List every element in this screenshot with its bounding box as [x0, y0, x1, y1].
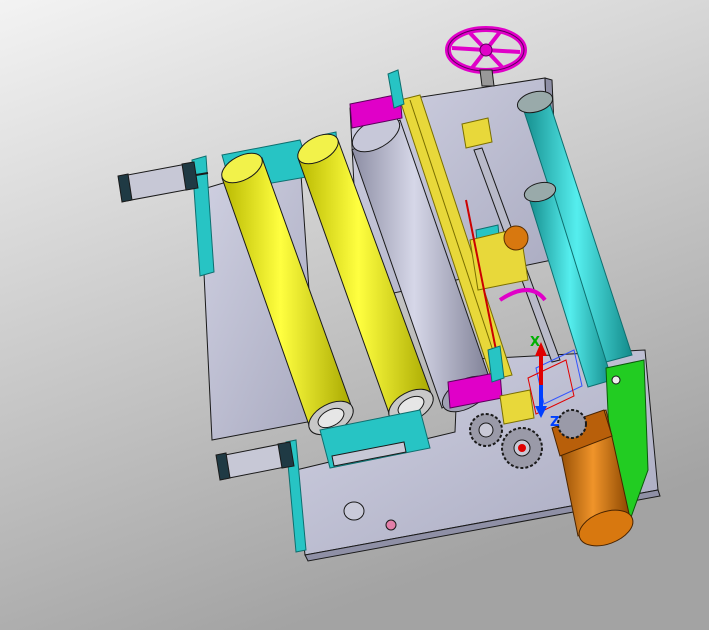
- bolt-icon: [385, 519, 397, 531]
- triad-x-label: X: [530, 335, 540, 350]
- mounting-hole-icon: [343, 501, 365, 521]
- cad-model-scene[interactable]: X Z: [0, 0, 709, 630]
- triad-z-label: Z: [550, 415, 559, 430]
- cad-viewport[interactable]: X Z: [0, 0, 709, 630]
